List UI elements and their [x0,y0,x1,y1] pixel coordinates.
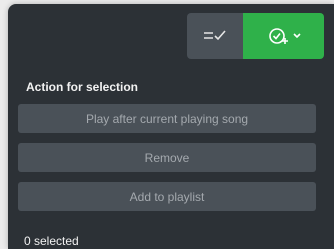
check-circle-plus-icon [268,28,288,44]
actions-title: Action for selection [26,80,139,94]
chevron-down-icon [292,33,301,39]
checklist-sort-icon [204,30,226,41]
toolbar-button-group [187,13,324,59]
select-mode-button[interactable] [243,13,324,59]
selected-count: 0 selected [24,234,79,248]
sort-button[interactable] [187,13,243,59]
play-after-current-button[interactable]: Play after current playing song [18,104,316,133]
add-to-playlist-button[interactable]: Add to playlist [18,182,316,211]
remove-button[interactable]: Remove [18,143,316,172]
